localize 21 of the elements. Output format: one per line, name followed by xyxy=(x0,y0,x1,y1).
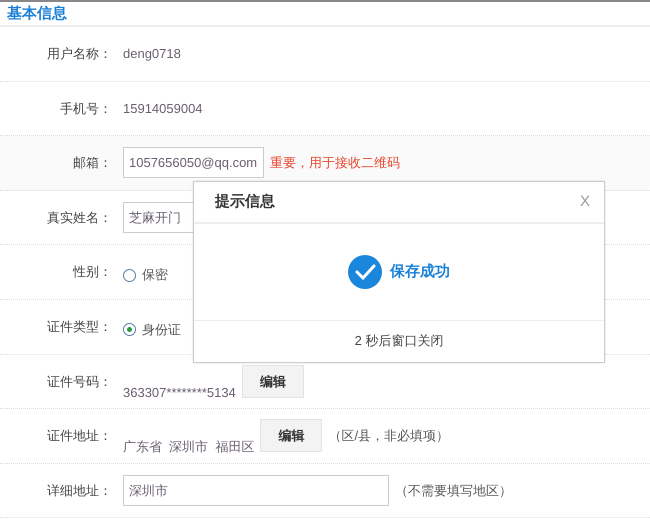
field-value: 363307********5134 xyxy=(123,384,236,402)
hint-text: 重要，用于接收二维码 xyxy=(270,154,400,172)
radio-label: 保密 xyxy=(142,266,168,284)
field-label: 邮箱： xyxy=(72,154,112,172)
field-value: 15914059004 xyxy=(123,100,203,118)
field-label: 性别： xyxy=(72,263,112,282)
field-value: deng0718 xyxy=(123,45,181,64)
field-label: 真实姓名： xyxy=(46,208,112,227)
countdown-text: 2 秒后窗口关闭 xyxy=(354,332,444,350)
field-label: 证件类型： xyxy=(46,318,112,336)
field-value: 广东省 深圳市 福田区 xyxy=(123,438,254,456)
radio-label: 身份证 xyxy=(142,321,181,340)
field-label: 证件号码： xyxy=(46,372,112,391)
hint-text: （区/县，非必填项） xyxy=(328,427,450,446)
field-label: 用户名称： xyxy=(46,45,112,64)
section-title: 基本信息 xyxy=(6,4,68,24)
success-message: 保存成功 xyxy=(390,262,450,282)
field-label: 证件地址： xyxy=(46,427,112,446)
field-label: 详细地址： xyxy=(46,482,112,500)
hint-text: （不需要填写地区） xyxy=(395,482,512,500)
field-label: 手机号： xyxy=(59,100,112,118)
